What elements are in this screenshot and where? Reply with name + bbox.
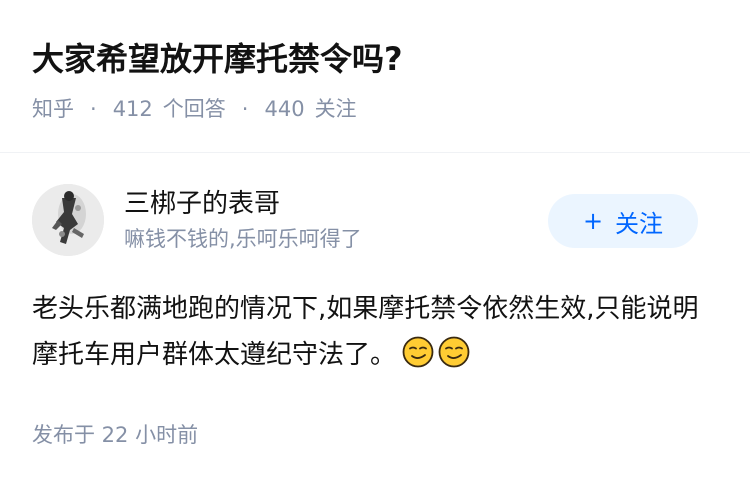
follow-button-label: 关注: [615, 209, 664, 238]
author-name[interactable]: 三梆子的表哥: [124, 186, 362, 222]
smirk-emoji-icon: [402, 336, 434, 368]
source-label[interactable]: 知乎: [32, 94, 74, 124]
plus-icon: +: [582, 207, 604, 235]
question-title[interactable]: 大家希望放开摩托禁令吗?: [32, 36, 718, 82]
section-divider: [0, 152, 750, 153]
answer-content[interactable]: 老头乐都满地跑的情况下,如果摩托禁令依然生效,只能说明摩托车用户群体太遵纪守法了…: [32, 286, 718, 378]
answer-count-label: 个回答: [162, 97, 226, 121]
meta-separator: ·: [90, 97, 97, 121]
author-info: 三梆子的表哥 嘛钱不钱的,乐呵乐呵得了: [124, 186, 362, 254]
answer-count: 412: [112, 97, 153, 121]
meta-separator: ·: [241, 97, 249, 121]
follower-count-label: 关注: [314, 97, 357, 121]
author-headline: 嘛钱不钱的,乐呵乐呵得了: [124, 227, 362, 251]
follow-button[interactable]: + 关注: [548, 194, 698, 248]
follower-count: 440: [264, 97, 305, 121]
publish-time: 发布于 22 小时前: [32, 423, 199, 447]
smirk-emoji-icon: [438, 336, 470, 368]
avatar[interactable]: [32, 184, 104, 256]
question-meta: 知乎 · 412 个回答 · 440 关注: [32, 94, 718, 124]
question-header: 大家希望放开摩托禁令吗? 知乎 · 412 个回答 · 440 关注: [32, 36, 718, 124]
answer-text: 老头乐都满地跑的情况下,如果摩托禁令依然生效,只能说明摩托车用户群体太遵纪守法了…: [32, 294, 699, 370]
author-row: 三梆子的表哥 嘛钱不钱的,乐呵乐呵得了 + 关注: [32, 184, 698, 260]
avatar-image: [32, 184, 104, 256]
